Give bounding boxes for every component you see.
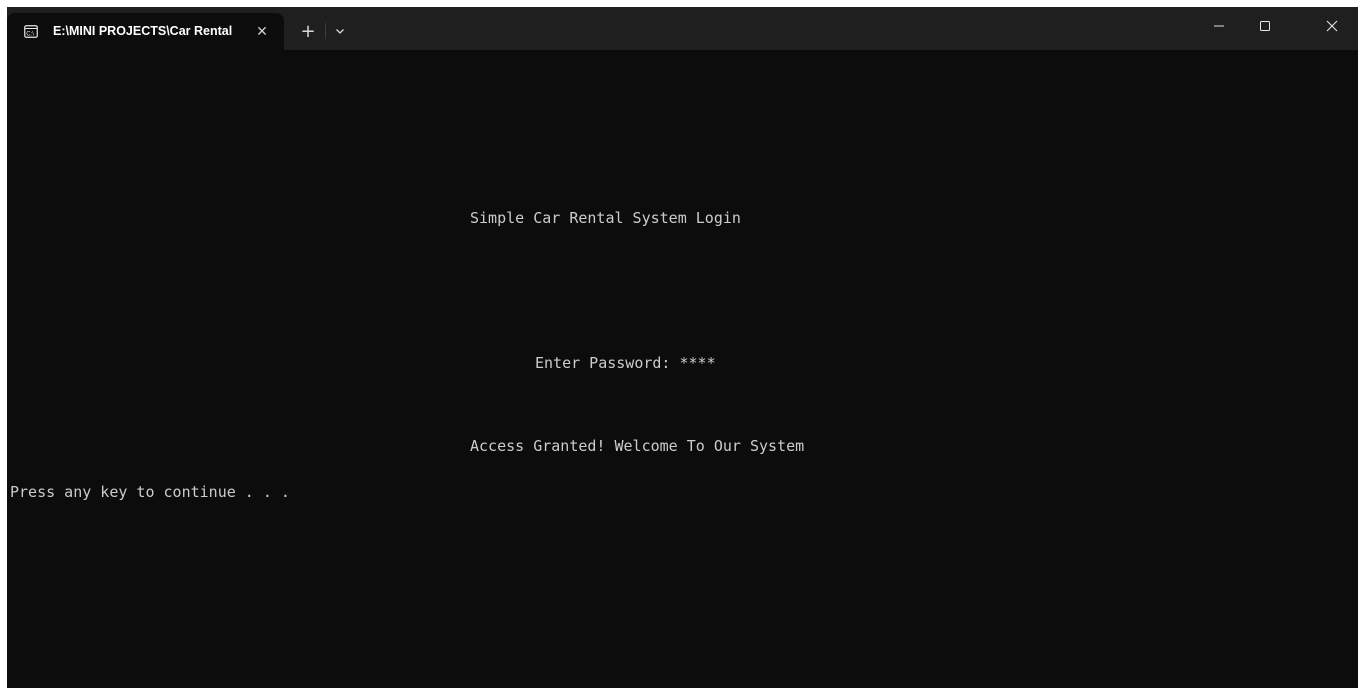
maximize-icon [1260, 21, 1270, 31]
new-tab-button[interactable]: + [297, 20, 319, 42]
access-granted-message: Access Granted! Welcome To Our System [470, 437, 805, 455]
terminal-output[interactable]: Simple Car Rental System Login Enter Pas… [7, 50, 1358, 688]
close-icon [1326, 20, 1338, 32]
minimize-button[interactable] [1196, 7, 1242, 45]
svg-text:C:\: C:\ [26, 32, 34, 38]
login-heading: Simple Car Rental System Login [470, 209, 741, 227]
minimize-icon [1214, 25, 1224, 27]
console-app-icon: C:\ [24, 25, 38, 38]
tab-separator [325, 23, 326, 39]
close-button[interactable] [1309, 7, 1355, 45]
tab-title: E:\MINI PROJECTS\Car Rental [53, 24, 233, 38]
chevron-down-icon[interactable] [332, 23, 348, 39]
tab-close-button[interactable]: ✕ [251, 21, 273, 43]
terminal-window: C:\ E:\MINI PROJECTS\Car Rental ✕ + Simp… [7, 7, 1358, 688]
password-prompt: Enter Password: **** [535, 354, 716, 372]
continue-prompt: Press any key to continue . . . [10, 483, 290, 501]
maximize-button[interactable] [1242, 7, 1288, 45]
tab-car-rental[interactable]: C:\ E:\MINI PROJECTS\Car Rental ✕ [7, 13, 284, 50]
title-bar[interactable]: C:\ E:\MINI PROJECTS\Car Rental ✕ + [7, 7, 1358, 50]
